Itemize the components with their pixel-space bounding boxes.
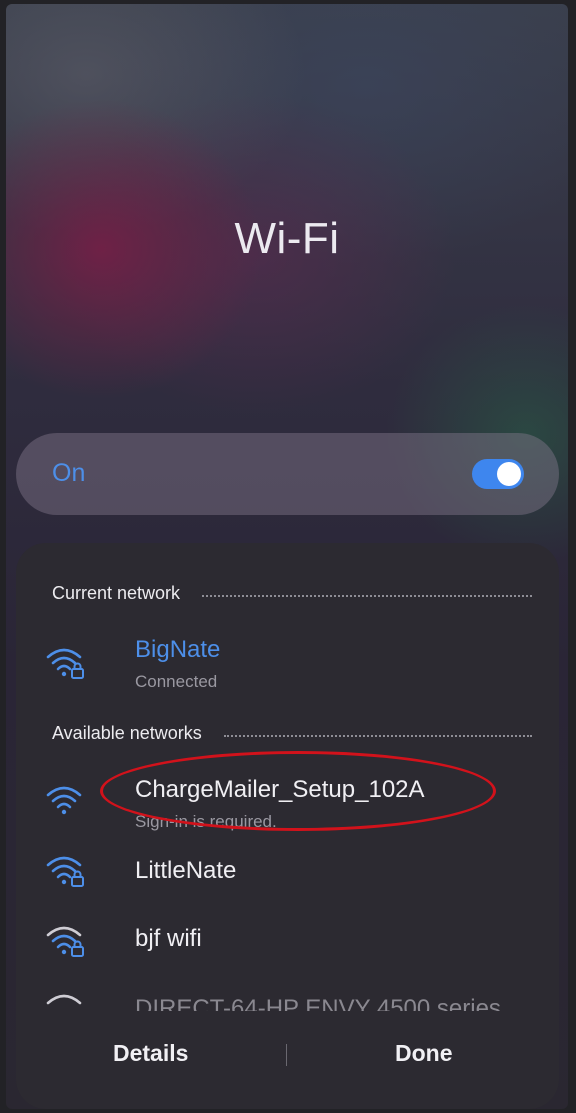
details-button[interactable]: Details — [113, 1040, 188, 1067]
networks-panel: Current network BigNate Connected Availa… — [16, 543, 559, 1109]
network-item[interactable]: DIRECT-64-HP ENVY 4500 series — [16, 983, 559, 1011]
switch-knob — [497, 462, 521, 486]
current-network-name: BigNate — [135, 636, 221, 663]
wifi-lock-icon — [46, 856, 84, 887]
done-button[interactable]: Done — [395, 1040, 453, 1067]
section-divider — [223, 734, 532, 737]
wifi-lock-icon — [46, 926, 84, 957]
wifi-settings-screen: Wi-Fi On Current network BigNate Connect… — [6, 4, 568, 1109]
footer-divider — [286, 1044, 287, 1066]
wifi-icon — [46, 786, 82, 815]
section-divider — [202, 594, 532, 597]
current-network-header: Current network — [52, 583, 532, 604]
current-network-status: Connected — [135, 672, 218, 691]
wifi-toggle-label: On — [52, 459, 86, 487]
network-item[interactable]: LittleNate — [16, 843, 559, 903]
wifi-toggle-row[interactable]: On — [16, 433, 559, 515]
network-item[interactable]: bjf wifi — [16, 911, 559, 971]
wifi-switch[interactable] — [472, 459, 524, 489]
available-networks-header: Available networks — [52, 723, 532, 744]
page-title: Wi-Fi — [234, 214, 340, 263]
dialog-footer: Details Done — [16, 1024, 559, 1084]
available-networks-title: Available networks — [52, 723, 202, 743]
annotation-ellipse — [100, 751, 496, 831]
network-name: bjf wifi — [135, 925, 202, 952]
current-network-item[interactable]: BigNate Connected — [16, 623, 559, 693]
network-name: DIRECT-64-HP ENVY 4500 series — [135, 995, 501, 1011]
wifi-lock-icon — [46, 648, 84, 679]
current-network-title: Current network — [52, 583, 181, 603]
network-name: LittleNate — [135, 857, 237, 884]
wifi-weak-icon — [46, 994, 82, 1005]
